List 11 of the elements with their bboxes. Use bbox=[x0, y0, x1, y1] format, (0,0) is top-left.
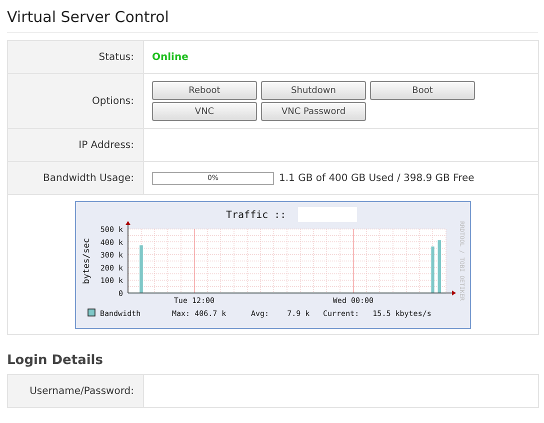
y-axis-label: bytes/sec bbox=[82, 238, 92, 284]
field-label: Status: bbox=[98, 52, 134, 62]
field-label: Username/Password: bbox=[30, 386, 134, 396]
section-title: Login Details bbox=[7, 353, 104, 368]
field-label: Bandwidth Usage: bbox=[43, 172, 134, 184]
page-title: Virtual Server Control bbox=[7, 8, 538, 33]
field-label: IP Address: bbox=[78, 140, 134, 150]
field-label: Options: bbox=[92, 96, 134, 106]
status-value: Online bbox=[152, 52, 188, 62]
usage-summary: 1.1 GB of 400 GB Used / 398.9 GB Free bbox=[279, 172, 474, 184]
graph-title: Traffic :: bbox=[226, 210, 286, 221]
